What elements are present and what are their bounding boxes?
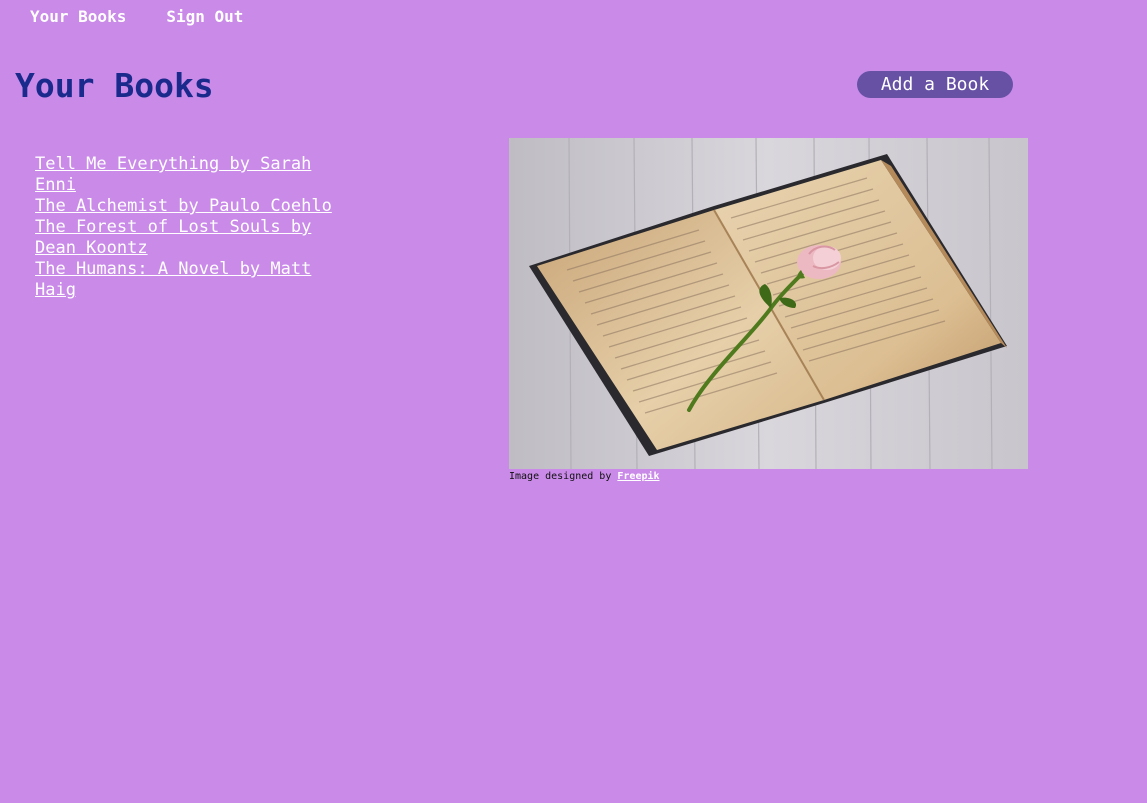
book-link[interactable]: The Forest of Lost Souls by Dean Koontz: [35, 217, 311, 258]
book-link[interactable]: The Alchemist by Paulo Coehlo: [35, 196, 332, 216]
freepik-link[interactable]: Freepik: [617, 471, 659, 482]
book-image-figure: Image designed by Freepik: [509, 138, 1028, 484]
top-nav: Your Books Sign Out: [30, 6, 243, 28]
image-credit: Image designed by Freepik: [509, 470, 1028, 484]
list-item: The Alchemist by Paulo Coehlo: [35, 196, 355, 217]
book-link[interactable]: The Humans: A Novel by Matt Haig: [35, 259, 311, 300]
add-book-button[interactable]: Add a Book: [857, 71, 1013, 98]
book-list: Tell Me Everything by Sarah Enni The Alc…: [35, 154, 355, 301]
page-title: Your Books: [15, 66, 214, 105]
list-item: The Humans: A Novel by Matt Haig: [35, 259, 355, 301]
credit-prefix: Image designed by: [509, 471, 612, 482]
nav-link-sign-out[interactable]: Sign Out: [166, 6, 243, 28]
book-link[interactable]: Tell Me Everything by Sarah Enni: [35, 154, 311, 195]
nav-link-your-books[interactable]: Your Books: [30, 6, 126, 28]
list-item: The Forest of Lost Souls by Dean Koontz: [35, 217, 355, 259]
list-item: Tell Me Everything by Sarah Enni: [35, 154, 355, 196]
open-book-with-rose-image: [509, 138, 1028, 469]
